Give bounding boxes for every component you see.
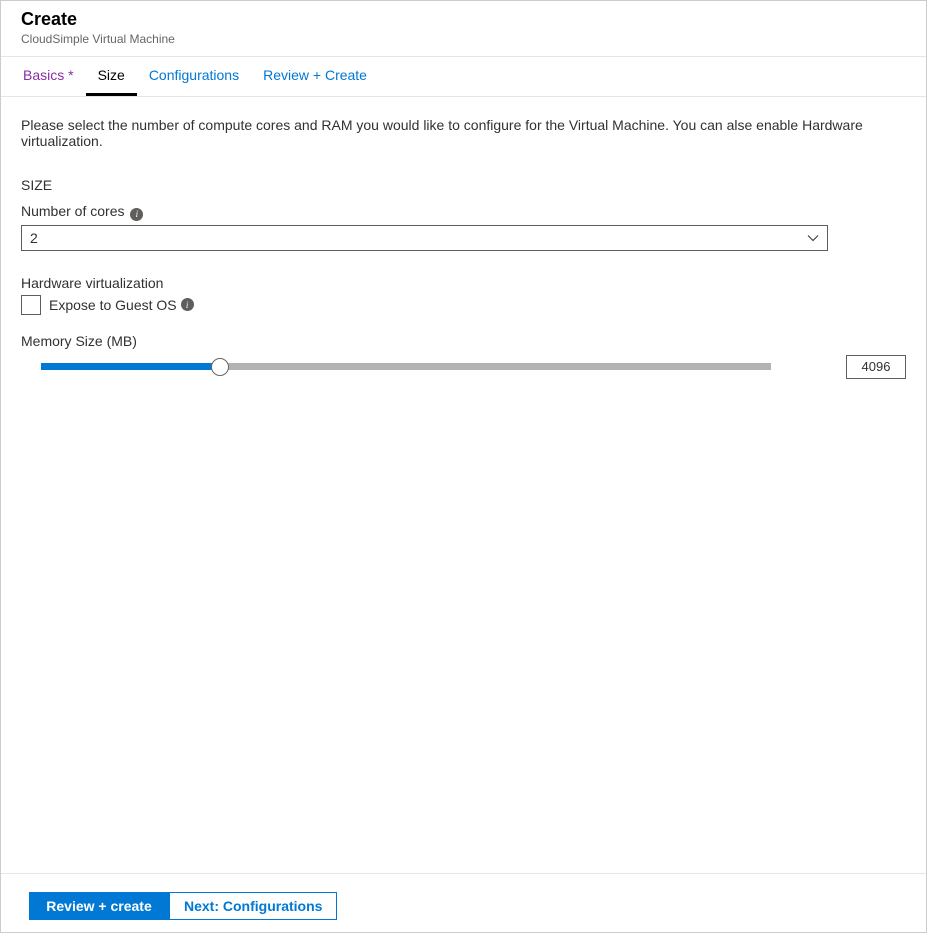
tab-bar: Basics * Size Configurations Review + Cr… <box>1 56 926 97</box>
expose-checkbox-row[interactable]: Expose to Guest OS i <box>21 295 906 315</box>
tab-size[interactable]: Size <box>86 57 137 96</box>
tab-review-create[interactable]: Review + Create <box>251 57 379 96</box>
slider-thumb[interactable] <box>211 358 229 376</box>
cores-value: 2 <box>30 230 38 246</box>
memory-label: Memory Size (MB) <box>21 333 906 349</box>
review-create-button[interactable]: Review + create <box>29 892 169 920</box>
memory-value-input[interactable]: 4096 <box>846 355 906 379</box>
footer: Review + create Next: Configurations <box>1 873 926 932</box>
info-icon[interactable]: i <box>130 208 143 221</box>
expose-checkbox[interactable] <box>21 295 41 315</box>
next-configurations-button[interactable]: Next: Configurations <box>169 892 337 920</box>
tab-configurations[interactable]: Configurations <box>137 57 251 96</box>
page-header: Create CloudSimple Virtual Machine <box>1 1 926 56</box>
main-content: Please select the number of compute core… <box>1 97 926 399</box>
page-title: Create <box>21 9 906 30</box>
memory-slider[interactable] <box>41 358 771 376</box>
slider-fill <box>41 363 220 370</box>
hardware-label: Hardware virtualization <box>21 275 906 291</box>
tab-basics[interactable]: Basics * <box>11 57 86 96</box>
page-subtitle: CloudSimple Virtual Machine <box>21 32 906 46</box>
chevron-down-icon <box>807 232 819 244</box>
section-title-size: SIZE <box>21 177 906 193</box>
cores-label: Number of cores i <box>21 203 906 221</box>
cores-dropdown[interactable]: 2 <box>21 225 828 251</box>
expose-checkbox-label: Expose to Guest OS <box>49 297 177 313</box>
description-text: Please select the number of compute core… <box>21 117 906 149</box>
info-icon[interactable]: i <box>181 298 194 311</box>
